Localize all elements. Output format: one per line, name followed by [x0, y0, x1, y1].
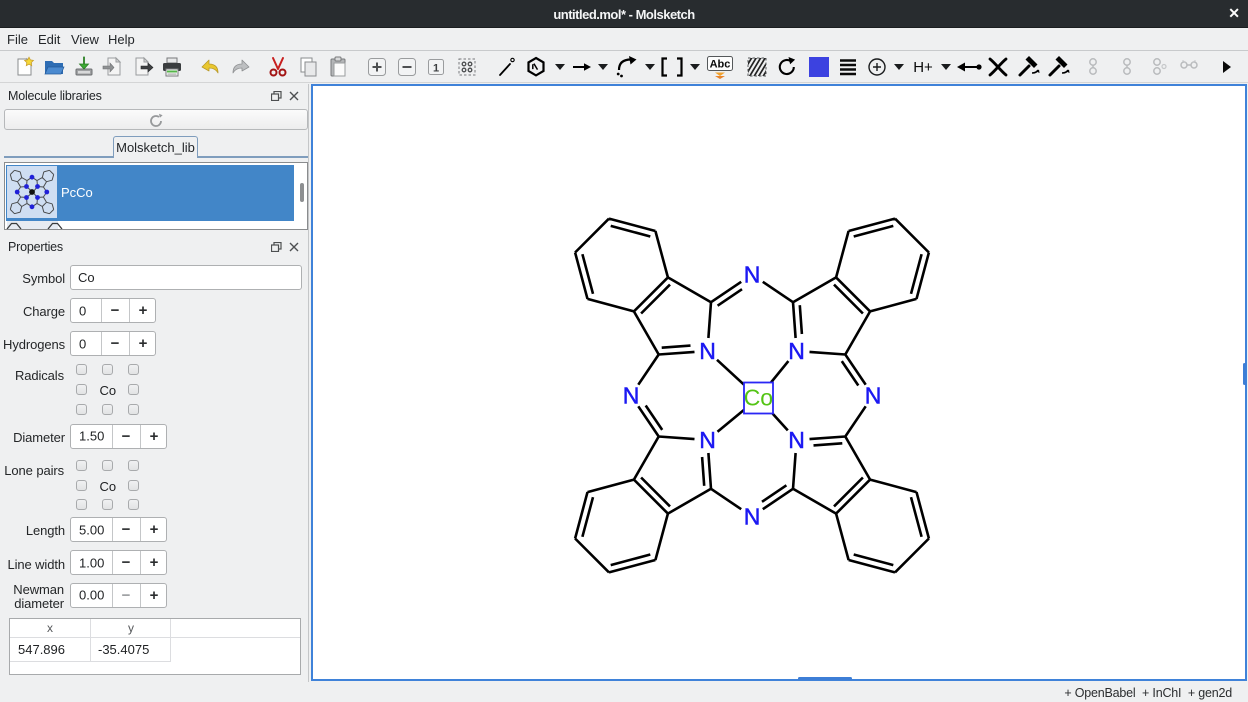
- svg-text:Abc: Abc: [709, 58, 730, 70]
- svg-text:N: N: [699, 338, 716, 364]
- svg-text:N: N: [699, 427, 716, 453]
- svg-text:N: N: [744, 262, 761, 288]
- svg-text:N: N: [865, 383, 882, 409]
- svg-text:N: N: [788, 427, 805, 453]
- svg-text:N: N: [744, 504, 761, 530]
- svg-text:1: 1: [433, 62, 439, 74]
- svg-text:H+: H+: [913, 59, 933, 76]
- svg-text:N: N: [623, 383, 640, 409]
- svg-text:Co: Co: [744, 385, 773, 411]
- svg-text:N: N: [788, 338, 805, 364]
